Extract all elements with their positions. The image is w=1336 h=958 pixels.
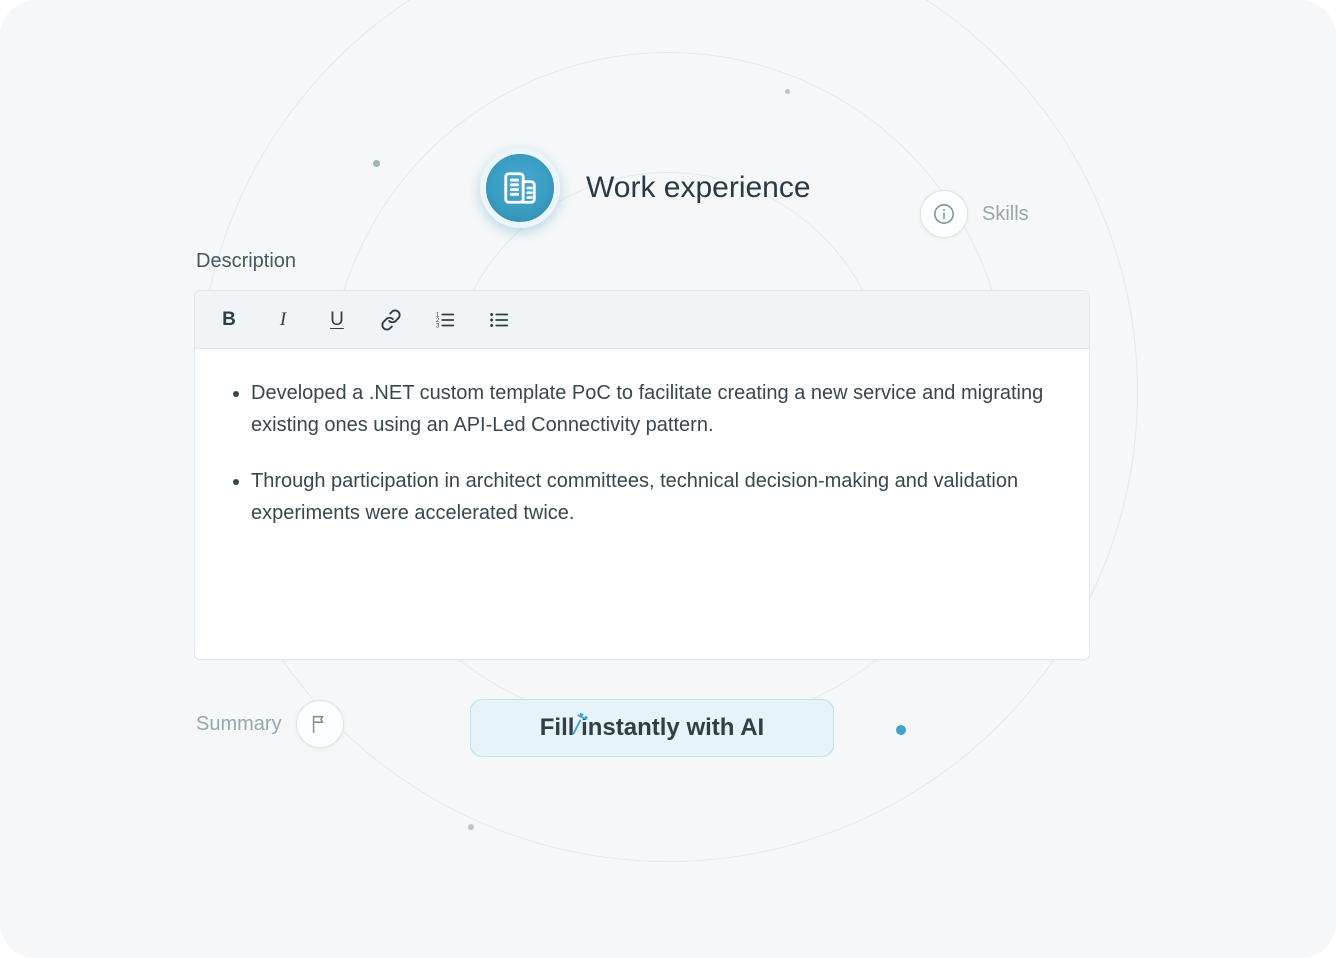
orbit-dot bbox=[785, 89, 790, 94]
info-icon bbox=[920, 190, 968, 238]
section-header: Work experience bbox=[480, 148, 811, 228]
ai-button-label: Fill instantly with AI bbox=[540, 714, 764, 741]
section-title: Work experience bbox=[586, 171, 811, 205]
orbit-dot bbox=[468, 824, 474, 830]
bullet-item[interactable]: Developed a .NET custom template PoC to … bbox=[251, 377, 1059, 441]
canvas: Skills Work experience Description B I U bbox=[0, 0, 1336, 958]
ordered-list-icon: 1 2 3 bbox=[434, 309, 456, 331]
underline-button[interactable]: U bbox=[315, 300, 359, 340]
svg-text:3: 3 bbox=[436, 322, 440, 329]
description-label: Description bbox=[196, 250, 296, 273]
orbit-badge-summary[interactable]: Summary bbox=[196, 700, 344, 748]
orbit-dot bbox=[373, 160, 380, 167]
flag-icon bbox=[296, 700, 344, 748]
description-editor[interactable]: B I U 1 2 3 bbox=[194, 290, 1090, 660]
italic-button[interactable]: I bbox=[261, 300, 305, 340]
bullet-list-icon bbox=[488, 309, 510, 331]
fill-with-ai-button[interactable]: Fill instantly with AI bbox=[470, 699, 834, 757]
bold-button[interactable]: B bbox=[207, 300, 251, 340]
editor-content[interactable]: Developed a .NET custom template PoC to … bbox=[195, 349, 1089, 659]
orbit-badge-skills[interactable]: Skills bbox=[920, 190, 1029, 238]
orbit-badge-label: Skills bbox=[982, 203, 1029, 226]
orbit-dot bbox=[896, 725, 906, 735]
building-icon bbox=[480, 148, 560, 228]
editor-toolbar: B I U 1 2 3 bbox=[195, 291, 1089, 349]
ordered-list-button[interactable]: 1 2 3 bbox=[423, 300, 467, 340]
link-icon bbox=[380, 309, 402, 331]
link-button[interactable] bbox=[369, 300, 413, 340]
bullet-item[interactable]: Through participation in architect commi… bbox=[251, 465, 1059, 529]
orbit-badge-label: Summary bbox=[196, 713, 282, 736]
bullet-list-button[interactable] bbox=[477, 300, 521, 340]
